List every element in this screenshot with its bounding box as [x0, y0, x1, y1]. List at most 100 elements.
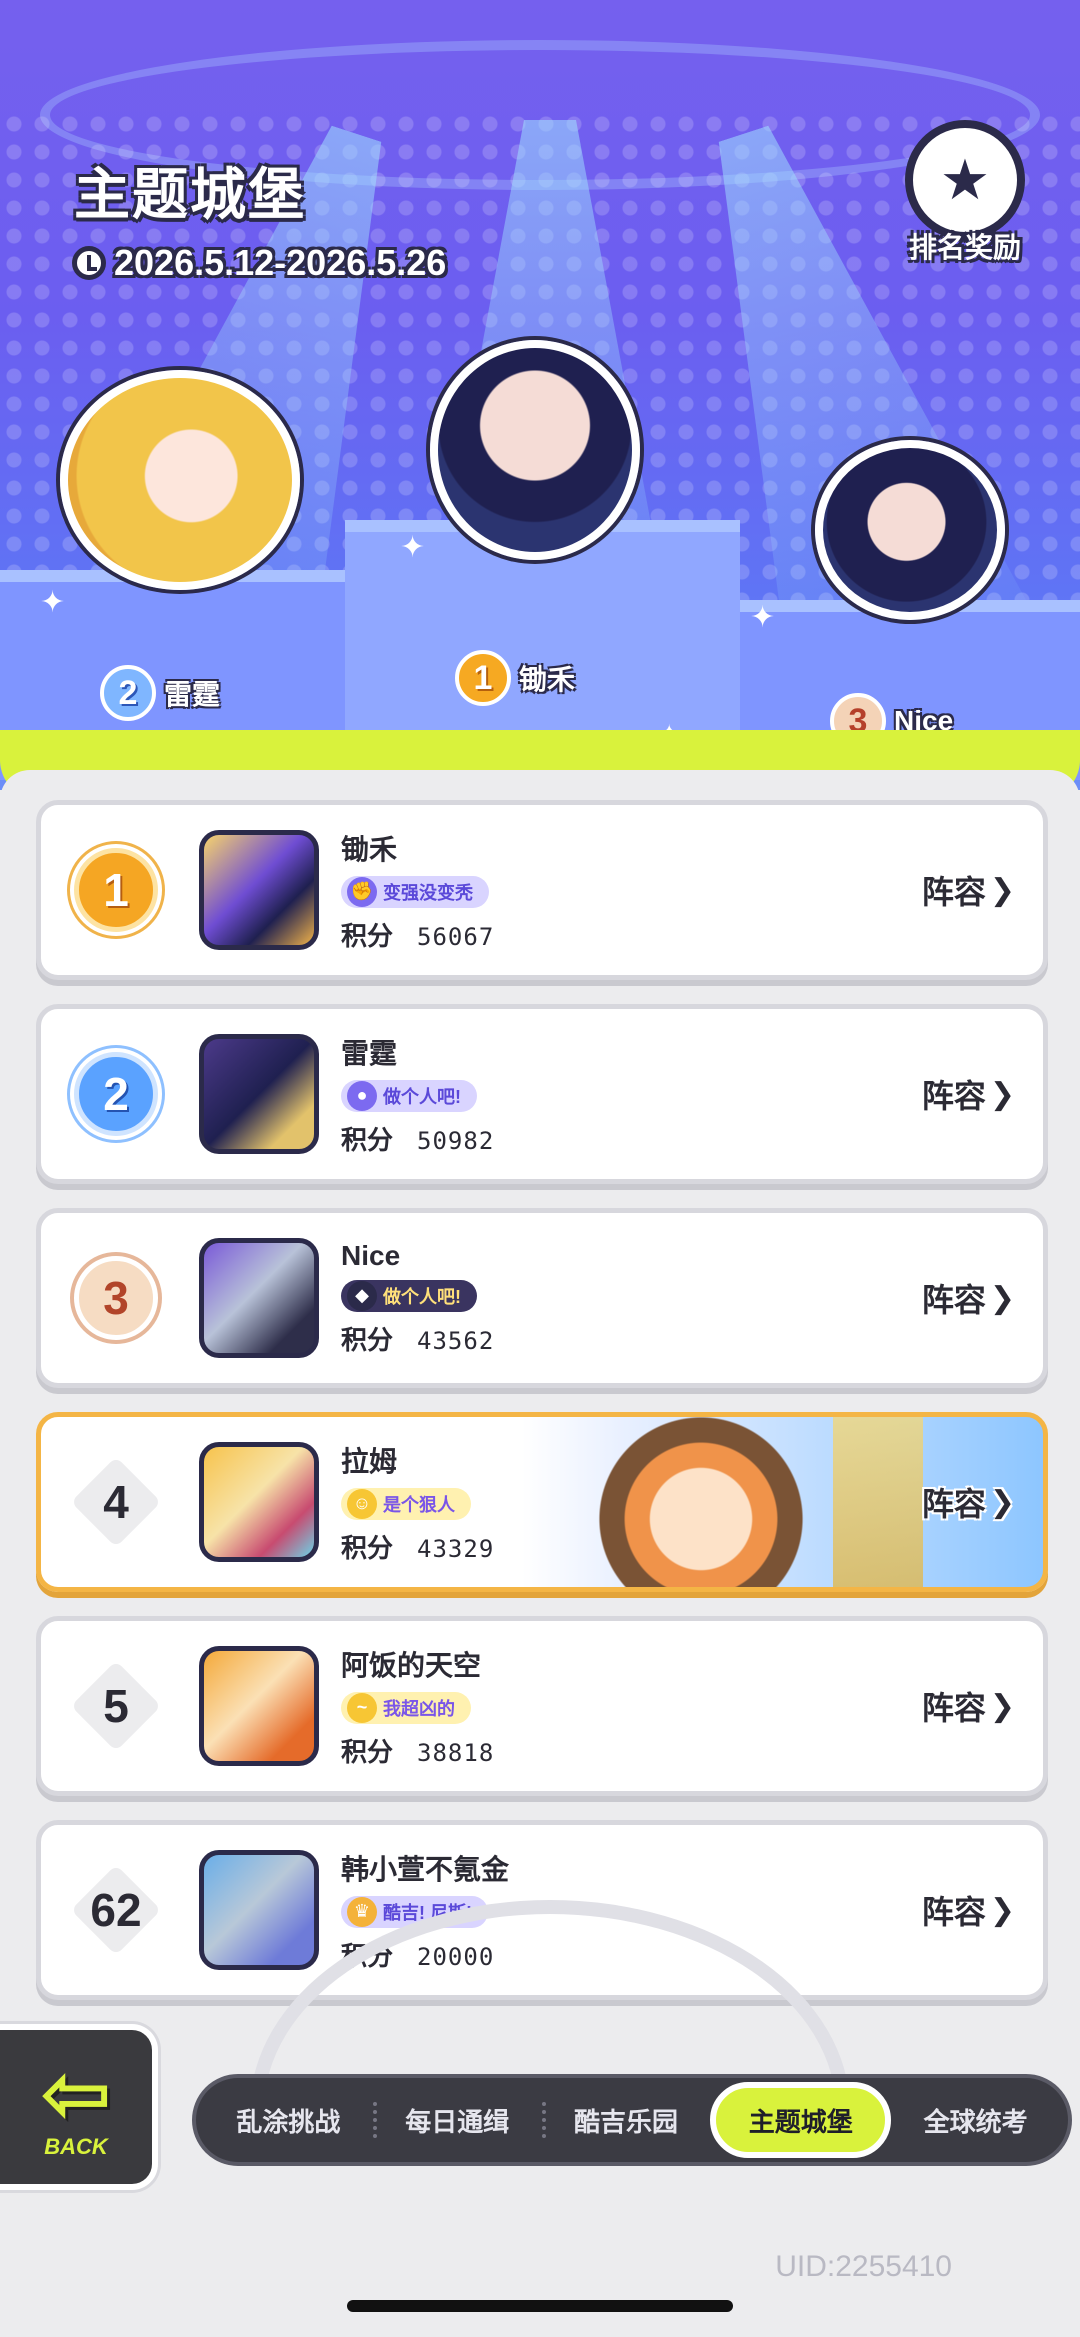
leaderboard-row[interactable]: 5 阿饭的天空 ~ 我超凶的 积分 38818 阵容 ❯ — [36, 1616, 1048, 1796]
lineup-label: 阵容 — [921, 1894, 986, 1930]
lineup-button[interactable]: 阵容 ❯ — [922, 867, 1015, 913]
chevron-right-icon: ❯ — [989, 1485, 1015, 1519]
lineup-label: 阵容 — [921, 1078, 986, 1114]
fist-icon: ✊ — [347, 876, 377, 907]
player-info: 拉姆 ☺ 是个狠人 积分 43329 — [341, 1440, 494, 1565]
chevron-right-icon: ❯ — [989, 1077, 1015, 1111]
avatar[interactable] — [199, 1850, 319, 1970]
back-button[interactable]: ⇦ BACK — [0, 2024, 158, 2190]
rank-diamond-badge: 4 — [74, 1460, 158, 1544]
player-title-badge: ◆ 做个人吧! — [341, 1279, 477, 1312]
lineup-label: 阵容 — [921, 874, 986, 910]
player-title-text: 是个狠人 — [383, 1494, 455, 1515]
lineup-button[interactable]: 阵容 ❯ — [922, 1887, 1015, 1933]
lineup-button[interactable]: 阵容 ❯ — [922, 1479, 1015, 1525]
score-label: 积分 — [341, 1124, 394, 1155]
sparkle-icon: ✦ — [40, 586, 66, 619]
podium-banner: ✦ ✦ ✦ ✦ 2 雷霆 1 锄禾 3 Nice — [0, 0, 1080, 790]
rank-medal-silver-icon: 2 — [100, 665, 156, 721]
avatar[interactable] — [199, 1442, 319, 1562]
leaderboard-row[interactable]: 2 雷霆 ● 做个人吧! 积分 50982 阵容 ❯ — [36, 1004, 1048, 1184]
score-label: 积分 — [341, 920, 394, 951]
leaderboard-row-current-user[interactable]: 4 拉姆 ☺ 是个狠人 积分 43329 阵容 ❯ — [36, 1412, 1048, 1592]
lineup-label: 阵容 — [921, 1282, 986, 1318]
leaderboard-list[interactable]: 1 锄禾 ✊ 变强没变秃 积分 56067 阵容 ❯ 2 雷霆 ● 做个人吧! … — [36, 800, 1048, 2024]
tab-daily-wanted[interactable]: 每日通缉 — [372, 2082, 542, 2158]
rank-slot: 2 — [41, 1009, 191, 1179]
player-name: 韩小萱不氪金 — [341, 1853, 510, 1885]
avatar[interactable] — [199, 1034, 319, 1154]
leaderboard-row[interactable]: 1 锄禾 ✊ 变强没变秃 积分 56067 阵容 ❯ — [36, 800, 1048, 980]
score-value: 50982 — [417, 1126, 495, 1155]
rank-gold-badge-icon: 1 — [74, 848, 158, 932]
player-info: 阿饭的天空 ~ 我超凶的 积分 38818 — [341, 1644, 494, 1769]
trophy-icon: ♛ — [347, 1896, 377, 1927]
chevron-right-icon: ❯ — [989, 1689, 1015, 1723]
chevron-right-icon: ❯ — [989, 1893, 1015, 1927]
rank-diamond-badge: 62 — [74, 1868, 158, 1952]
player-info: 锄禾 ✊ 变强没变秃 积分 56067 — [341, 828, 494, 953]
tab-kuji-park[interactable]: 酷吉乐园 — [541, 2082, 711, 2158]
score-line: 积分 43329 — [341, 1528, 494, 1565]
rank-bronze-badge-icon: 3 — [74, 1256, 158, 1340]
penguin-icon: ● — [347, 1080, 377, 1111]
score-label: 积分 — [341, 1532, 394, 1563]
podium-character-first[interactable] — [430, 340, 640, 560]
squiggle-icon: ~ — [347, 1692, 377, 1723]
player-title-text: 我超凶的 — [383, 1698, 455, 1719]
podium-character-second[interactable] — [60, 370, 300, 590]
player-name: 雷霆 — [341, 1037, 398, 1069]
back-label: BACK — [44, 2134, 108, 2159]
rank-reward-label: 排名奖励 — [908, 232, 1021, 263]
character-background-art — [581, 1417, 821, 1587]
rank-silver-badge-icon: 2 — [74, 1052, 158, 1136]
leaderboard-row[interactable]: 3 Nice ◆ 做个人吧! 积分 43562 阵容 ❯ — [36, 1208, 1048, 1388]
rank-number: 5 — [103, 1680, 129, 1732]
tab-theme-castle[interactable]: 主题城堡 — [710, 2082, 892, 2158]
podium-player-name: 锄禾 — [519, 664, 576, 695]
trophy-star-icon: ★ — [905, 120, 1025, 240]
score-value: 43562 — [417, 1326, 495, 1355]
player-title-badge: ☺ 是个狠人 — [341, 1487, 471, 1520]
score-value: 43329 — [417, 1534, 495, 1563]
player-info: Nice ◆ 做个人吧! 积分 43562 — [341, 1240, 494, 1357]
chevron-right-icon: ❯ — [989, 873, 1015, 907]
podium-name-first: 1 锄禾 — [455, 650, 575, 706]
event-date-range: 2026.5.12-2026.5.26 — [114, 242, 447, 283]
player-title-text: 做个人吧! — [383, 1086, 461, 1107]
score-line: 积分 43562 — [341, 1320, 494, 1357]
podium-player-name: 雷霆 — [164, 679, 221, 710]
player-title-text: 变强没变秃 — [383, 882, 473, 903]
player-title-badge: ✊ 变强没变秃 — [341, 875, 489, 908]
tab-global-exam[interactable]: 全球统考 — [891, 2082, 1060, 2158]
podium-character-third[interactable] — [815, 440, 1005, 620]
rank-number: 62 — [90, 1884, 142, 1936]
rank-slot: 3 — [41, 1213, 191, 1383]
lineup-button[interactable]: 阵容 ❯ — [922, 1275, 1015, 1321]
tower-background-art — [833, 1417, 923, 1587]
player-name: 拉姆 — [341, 1445, 398, 1477]
rank-slot: 4 — [41, 1417, 191, 1587]
podium-name-second: 2 雷霆 — [100, 665, 220, 721]
rank-diamond-badge: 5 — [74, 1664, 158, 1748]
avatar[interactable] — [199, 1238, 319, 1358]
lineup-button[interactable]: 阵容 ❯ — [922, 1071, 1015, 1117]
avatar[interactable] — [199, 830, 319, 950]
score-value: 38818 — [417, 1738, 495, 1767]
devil-icon: ◆ — [347, 1280, 377, 1311]
lineup-button[interactable]: 阵容 ❯ — [922, 1683, 1015, 1729]
tab-doodle-challenge[interactable]: 乱涂挑战 — [204, 2082, 373, 2158]
score-line: 积分 38818 — [341, 1732, 494, 1769]
score-label: 积分 — [341, 1736, 394, 1767]
mode-tab-bar: 乱涂挑战 每日通缉 酷吉乐园 主题城堡 全球统考 — [192, 2074, 1072, 2166]
page-title: 主题城堡 — [74, 163, 306, 226]
lineup-label: 阵容 — [921, 1486, 986, 1522]
slime-edge — [0, 770, 1080, 800]
rank-reward-button[interactable]: ★ 排名奖励 — [895, 120, 1035, 270]
score-label: 积分 — [341, 1324, 394, 1355]
home-indicator[interactable] — [347, 2300, 733, 2312]
player-name: 阿饭的天空 — [341, 1649, 482, 1681]
event-date-row: 2026.5.12-2026.5.26 — [72, 242, 446, 284]
avatar[interactable] — [199, 1646, 319, 1766]
score-value: 56067 — [417, 922, 495, 951]
